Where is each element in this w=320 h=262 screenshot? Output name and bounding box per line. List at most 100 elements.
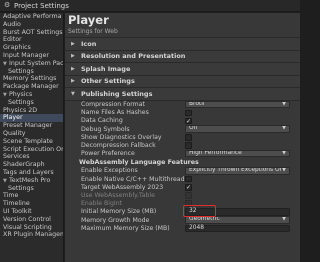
- show-diagnostics-overlay-checkbox[interactable]: [185, 134, 192, 141]
- sidebar-item[interactable]: ▼ Physics: [0, 91, 63, 99]
- sidebar-item[interactable]: UI Toolkit: [0, 208, 63, 216]
- sidebar-item-label: Quality: [3, 129, 26, 137]
- name-files-as-hashes-checkbox[interactable]: [185, 109, 192, 117]
- sidebar-item[interactable]: Version Control: [0, 216, 63, 224]
- chevron-down-icon: ▼: [282, 125, 286, 132]
- window-title: Project Settings: [14, 1, 69, 10]
- setting-label: Use WebAssembly.Table: [81, 191, 155, 199]
- sidebar-item[interactable]: Burst AOT Settings: [0, 29, 63, 37]
- data-caching-checkbox[interactable]: ✓: [185, 117, 192, 125]
- highlight-box: [183, 205, 216, 217]
- setting-label: Debug Symbols: [81, 125, 130, 133]
- sidebar-item[interactable]: Memory Settings: [0, 75, 63, 83]
- sidebar-item[interactable]: Visual Scripting: [0, 224, 63, 232]
- sidebar-item-label: Settings: [8, 184, 34, 192]
- sidebar-item[interactable]: ShaderGraph: [0, 161, 63, 169]
- decompression-fallback-checkbox[interactable]: [185, 142, 192, 149]
- target-wasm-2023-checkbox[interactable]: ✓: [185, 184, 192, 191]
- row-native-multithreading: Enable Native C/C++ Multithreading: [65, 175, 300, 183]
- player-settings-panel: Player Settings for Web ▶ Icon ▶ Resolut…: [65, 13, 300, 262]
- sidebar-item-label: Script Execution Or: [3, 145, 64, 153]
- use-wasm-table-checkbox[interactable]: [185, 192, 192, 199]
- sidebar-item[interactable]: Preset Manager: [0, 122, 63, 130]
- chevron-down-icon: ▼: [282, 100, 286, 107]
- debug-symbols-dropdown[interactable]: Off ▼: [185, 125, 290, 133]
- sidebar-item[interactable]: ▼Input System Packa: [0, 60, 63, 68]
- sidebar-item-label: Burst AOT Settings: [3, 28, 63, 36]
- row-memory-growth-mode: Memory Growth Mode Geometric ▼: [65, 216, 300, 224]
- section-label: Other Settings: [81, 77, 135, 86]
- memory-growth-mode-dropdown[interactable]: Geometric ▼: [185, 216, 290, 224]
- setting-label: Name Files As Hashes: [81, 109, 149, 117]
- chevron-down-icon: ▼: [282, 167, 286, 174]
- sidebar-item[interactable]: Player: [0, 114, 63, 123]
- settings-sidebar: Adaptive Performa Audio Burst AOT Settings…: [0, 13, 64, 262]
- sidebar-item[interactable]: Scene Template: [0, 138, 63, 146]
- compression-format-dropdown[interactable]: Brotli ▼: [185, 100, 290, 109]
- sidebar-item[interactable]: Graphics: [0, 44, 63, 52]
- sidebar-item[interactable]: Settings: [0, 185, 63, 193]
- setting-label: Memory Growth Mode: [81, 216, 150, 224]
- sidebar-item[interactable]: Tags and Layers: [0, 169, 63, 177]
- sidebar-item-label: Settings: [8, 67, 34, 75]
- sidebar-item[interactable]: Timeline: [0, 200, 63, 208]
- sidebar-item-label: Audio: [3, 20, 21, 28]
- sidebar-item[interactable]: Package Manager: [0, 83, 63, 91]
- sidebar-item-label: Input Manager: [3, 51, 49, 59]
- sidebar-item[interactable]: Settings: [0, 99, 63, 107]
- power-preference-dropdown[interactable]: High Performance ▼: [185, 150, 290, 158]
- row-debug-symbols: Debug Symbols Off ▼: [65, 125, 300, 133]
- section-splash-image[interactable]: ▶ Splash Image: [65, 63, 300, 76]
- sidebar-item[interactable]: Quality: [0, 130, 63, 138]
- sidebar-item-label: ShaderGraph: [3, 161, 45, 169]
- sidebar-item[interactable]: Physics 2D: [0, 107, 63, 115]
- sidebar-item-label: Visual Scripting: [3, 223, 52, 231]
- sidebar-item[interactable]: Time: [0, 192, 63, 200]
- maximum-memory-size-field[interactable]: 2048: [185, 224, 290, 232]
- setting-label: Power Preference: [81, 150, 135, 158]
- sidebar-item[interactable]: Services: [0, 153, 63, 161]
- row-compression-format: Compression Format Brotli ▼: [65, 100, 300, 109]
- row-enable-exceptions: Enable Exceptions Explicitly Thrown Exce…: [65, 167, 300, 175]
- chevron-down-icon: ▼: [282, 216, 286, 223]
- section-icon[interactable]: ▶ Icon: [65, 38, 300, 51]
- sidebar-item-label: XR Plugin Managem: [3, 231, 64, 239]
- section-resolution[interactable]: ▶ Resolution and Presentation: [65, 50, 300, 63]
- setting-label: Enable Native C/C++ Multithreading: [81, 175, 185, 183]
- setting-label: Enable Exceptions: [81, 167, 138, 175]
- sidebar-item-label: Settings: [8, 98, 34, 106]
- sidebar-item[interactable]: Editor: [0, 36, 63, 44]
- section-other-settings[interactable]: ▶ Other Settings: [65, 75, 300, 88]
- section-label: Publishing Settings: [81, 89, 153, 98]
- sidebar-item-label: Editor: [3, 36, 22, 44]
- section-label: Splash Image: [81, 64, 131, 73]
- setting-label: Show Diagnostics Overlay: [81, 133, 162, 141]
- row-use-wasm-table: Use WebAssembly.Table: [65, 191, 300, 199]
- caret-right-icon: ▶: [71, 40, 75, 47]
- row-data-caching: Data Caching ✓: [65, 117, 300, 125]
- sidebar-item-label: Adaptive Performa: [3, 13, 62, 20]
- sidebar-item-label: Timeline: [3, 200, 30, 208]
- sidebar-item-label: Scene Template: [3, 137, 53, 145]
- sidebar-item-label: Time: [3, 192, 19, 200]
- setting-label: Compression Format: [81, 101, 145, 109]
- dropdown-value: Off: [189, 125, 198, 132]
- sidebar-item[interactable]: Input Manager: [0, 52, 63, 60]
- sidebar-item-label: Player: [3, 114, 23, 122]
- section-publishing-settings[interactable]: ▼ Publishing Settings: [65, 88, 300, 101]
- setting-label: Decompression Fallback: [81, 142, 156, 150]
- setting-label: Target WebAssembly 2023: [81, 183, 164, 191]
- sidebar-item[interactable]: Adaptive Performa: [0, 13, 63, 21]
- native-multithreading-checkbox[interactable]: [185, 175, 192, 183]
- enable-exceptions-dropdown[interactable]: Explicitly Thrown Exceptions Or ▼: [185, 167, 290, 175]
- wasm-features-heading: WebAssembly Language Features: [79, 158, 199, 166]
- page-title: Player: [68, 13, 109, 27]
- sidebar-item[interactable]: Settings: [0, 68, 63, 76]
- sidebar-item[interactable]: Script Execution Or: [0, 146, 63, 154]
- caret-down-icon: ▼: [71, 90, 75, 97]
- sidebar-item[interactable]: Audio: [0, 21, 63, 29]
- section-label: Icon: [81, 39, 97, 48]
- sidebar-item[interactable]: XR Plugin Managem: [0, 231, 63, 239]
- sidebar-item[interactable]: ▼ TextMesh Pro: [0, 177, 63, 185]
- row-power-preference: Power Preference High Performance ▼: [65, 150, 300, 158]
